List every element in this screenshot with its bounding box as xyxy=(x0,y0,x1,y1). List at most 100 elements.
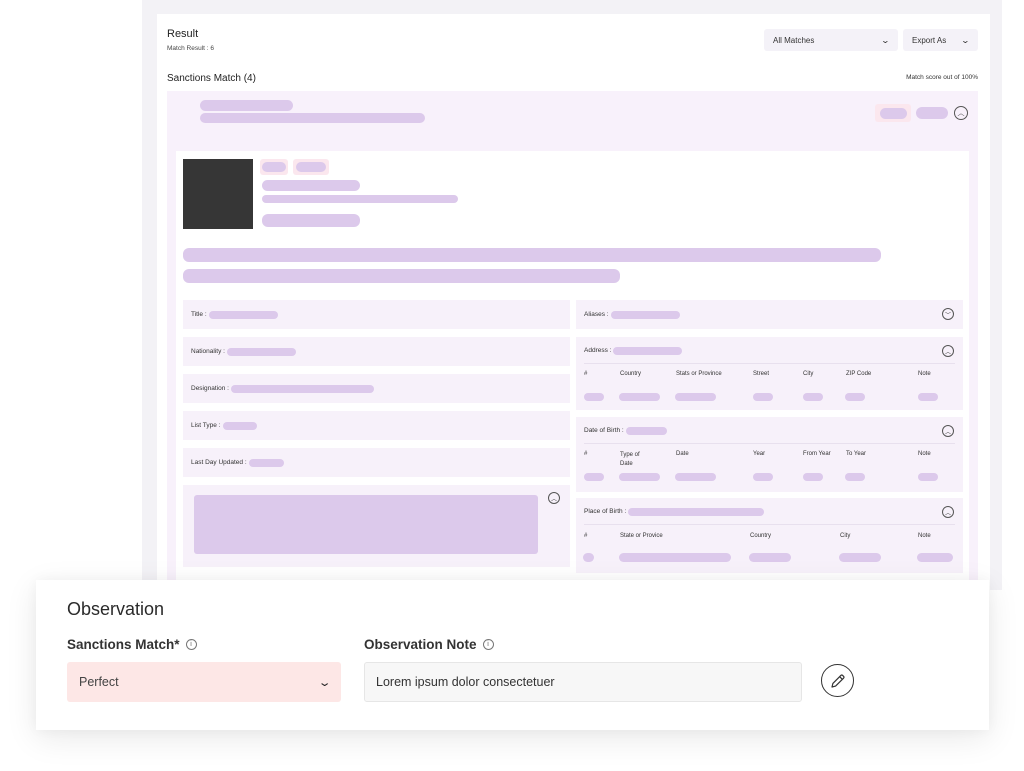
description-line-placeholder xyxy=(183,248,881,262)
remarks-field: ︿ xyxy=(183,485,570,567)
pob-cell-placeholder xyxy=(619,553,731,562)
divider xyxy=(584,443,955,444)
match-badge-placeholder xyxy=(880,108,907,119)
address-col-note: Note xyxy=(918,371,931,377)
chevron-up-circle-icon[interactable]: ︿ xyxy=(942,506,954,518)
edit-note-button[interactable] xyxy=(821,664,854,697)
address-cell-placeholder xyxy=(753,393,773,401)
chevron-up-circle-icon[interactable]: ︿ xyxy=(548,492,560,504)
list-type-field: List Type : xyxy=(183,411,570,440)
date-of-birth-section: Date of Birth : ︿ # Type of Date Date Ye… xyxy=(576,417,963,492)
address-cell-placeholder xyxy=(619,393,660,401)
tag-placeholder xyxy=(262,162,286,172)
chevron-up-circle-icon[interactable]: ︿ xyxy=(942,425,954,437)
tag-placeholder xyxy=(296,162,326,172)
dob-cell-placeholder xyxy=(584,473,604,481)
sanctions-match-item: ︿ Title : Nationality : Designation : Li… xyxy=(167,91,978,591)
nationality-field: Nationality : xyxy=(183,337,570,366)
title-label: Title : xyxy=(191,311,207,318)
result-title: Result xyxy=(167,28,199,40)
divider xyxy=(584,524,955,525)
export-as-label: Export As xyxy=(912,35,947,45)
address-col-province: Stats or Province xyxy=(676,371,722,377)
dob-cell-placeholder xyxy=(845,473,865,481)
pob-col-state: State or Provice xyxy=(620,533,663,539)
entity-info-placeholder xyxy=(262,195,458,203)
dob-cell-placeholder xyxy=(753,473,773,481)
list-type-value-placeholder xyxy=(222,421,257,430)
chevron-up-circle-icon[interactable]: ︿ xyxy=(954,106,968,120)
observation-card: Observation Sanctions Match* i Perfect ⌄… xyxy=(36,580,989,730)
chevron-down-icon: ⌄ xyxy=(880,35,891,45)
observation-note-value: Lorem ipsum dolor consectetuer xyxy=(376,675,555,689)
dob-cell-placeholder xyxy=(619,473,660,481)
dob-col-date: Date xyxy=(676,451,689,457)
match-score-label: Match score out of 100% xyxy=(906,74,978,81)
address-section: Address : ︿ # Country Stats or Province … xyxy=(576,337,963,410)
address-value-placeholder xyxy=(613,347,683,355)
address-col-country: Country xyxy=(620,371,642,377)
pob-col-country: Country xyxy=(750,533,772,539)
pob-col-note: Note xyxy=(918,533,931,539)
chevron-down-circle-icon[interactable]: ﹀ xyxy=(942,308,954,320)
chevron-up-circle-icon[interactable]: ︿ xyxy=(942,345,954,357)
pob-col-index: # xyxy=(584,533,588,539)
pob-cell-placeholder xyxy=(583,553,594,562)
address-label: Address : xyxy=(584,347,612,354)
address-col-zip: ZIP Code xyxy=(846,371,872,377)
entity-type-placeholder xyxy=(262,214,360,227)
address-cell-placeholder xyxy=(918,393,938,401)
sanctions-match-select[interactable]: Perfect ⌄ xyxy=(67,662,341,702)
observation-note-field-label: Observation Note i xyxy=(364,637,494,652)
pob-cell-placeholder xyxy=(917,553,953,562)
address-col-street: Street xyxy=(753,371,770,377)
match-name-placeholder xyxy=(200,100,293,111)
observation-title: Observation xyxy=(67,599,165,619)
remarks-placeholder xyxy=(194,495,538,554)
dob-col-year: Year xyxy=(753,451,766,457)
result-panel: Result Match Result : 6 All Matches ⌄ Ex… xyxy=(157,14,990,591)
address-cell-placeholder xyxy=(845,393,865,401)
pencil-icon xyxy=(830,673,845,688)
pob-cell-placeholder xyxy=(839,553,881,562)
chevron-down-icon: ⌄ xyxy=(317,676,332,689)
all-matches-dropdown[interactable]: All Matches ⌄ xyxy=(764,29,898,51)
info-icon[interactable]: i xyxy=(185,639,197,650)
dob-col-type: Type of Date xyxy=(620,452,640,467)
address-col-city: City xyxy=(803,371,814,377)
sanctions-match-field-label: Sanctions Match* i xyxy=(67,637,197,652)
date-of-birth-label: Date of Birth : xyxy=(584,427,624,434)
list-type-label: List Type : xyxy=(191,422,221,429)
place-of-birth-section: Place of Birth : ︿ # State or Provice Co… xyxy=(576,498,963,573)
dob-col-from-year: From Year xyxy=(803,451,831,457)
chevron-down-icon: ⌄ xyxy=(960,35,971,45)
pob-col-city: City xyxy=(840,533,851,539)
title-field: Title : xyxy=(183,300,570,329)
address-cell-placeholder xyxy=(675,393,716,401)
designation-field: Designation : xyxy=(183,374,570,403)
dob-col-note: Note xyxy=(918,451,931,457)
aliases-value-placeholder xyxy=(610,310,680,319)
all-matches-label: All Matches xyxy=(773,35,815,45)
address-cell-placeholder xyxy=(584,393,604,401)
nationality-label: Nationality : xyxy=(191,348,225,355)
divider xyxy=(584,363,955,364)
sanctions-match-selected-value: Perfect xyxy=(79,675,119,689)
export-as-dropdown[interactable]: Export As ⌄ xyxy=(903,29,978,51)
description-line-placeholder xyxy=(183,269,620,283)
dob-col-index: # xyxy=(584,451,588,457)
sanctions-match-heading: Sanctions Match (4) xyxy=(167,73,256,84)
title-value-placeholder xyxy=(208,310,278,319)
designation-value-placeholder xyxy=(230,384,374,393)
dob-cell-placeholder xyxy=(918,473,938,481)
sanctions-match-label-text: Sanctions Match* xyxy=(67,637,180,652)
entity-name-placeholder xyxy=(262,180,360,191)
aliases-label: Aliases : xyxy=(584,311,609,318)
dob-cell-placeholder xyxy=(675,473,716,481)
info-icon[interactable]: i xyxy=(482,639,494,650)
match-score-placeholder xyxy=(916,107,948,119)
profile-photo xyxy=(183,159,253,229)
observation-note-label-text: Observation Note xyxy=(364,637,477,652)
place-of-birth-value-placeholder xyxy=(628,508,765,516)
observation-note-input[interactable]: Lorem ipsum dolor consectetuer xyxy=(364,662,802,702)
